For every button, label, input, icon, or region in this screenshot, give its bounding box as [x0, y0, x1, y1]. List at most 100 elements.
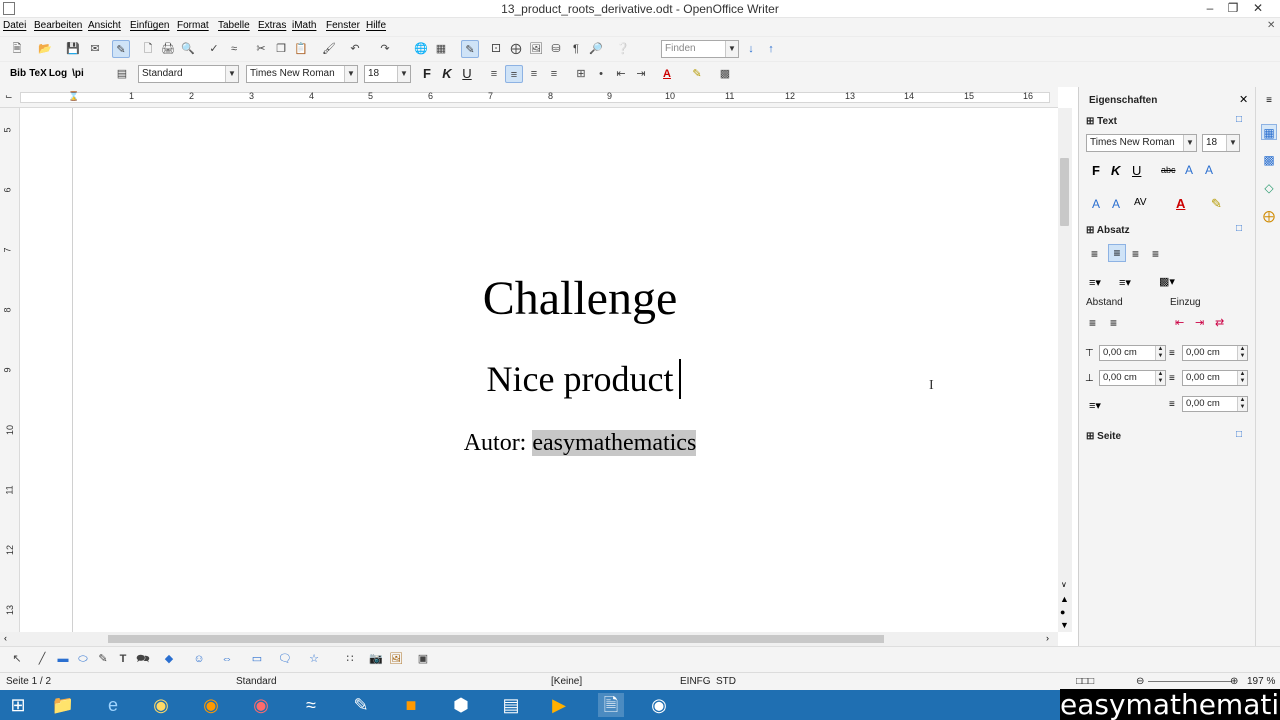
- text-section-header[interactable]: ⊞ Text: [1086, 116, 1117, 127]
- text-box-icon[interactable]: T: [114, 650, 132, 668]
- menu-bearbeiten[interactable]: Bearbeiten: [34, 20, 82, 31]
- spellcheck-icon[interactable]: ✓: [205, 40, 223, 58]
- gallery-icon[interactable]: 🖼: [527, 40, 545, 58]
- insert-image-icon[interactable]: 📷: [367, 650, 385, 668]
- properties-tab-icon[interactable]: ▦: [1261, 124, 1277, 140]
- menu-datei[interactable]: Datei: [3, 20, 26, 31]
- format-paintbrush-icon[interactable]: 🖌: [320, 40, 338, 58]
- spin-icon[interactable]: ▲ ▼: [1237, 346, 1247, 360]
- scroll-left-icon[interactable]: ‹: [4, 633, 7, 643]
- author-name-field[interactable]: easymathematics: [532, 430, 697, 456]
- bullets-icon[interactable]: •: [592, 65, 610, 83]
- open-icon[interactable]: 📂: [36, 40, 54, 58]
- sidebar-decrease-indent-icon[interactable]: ⇥: [1195, 316, 1204, 329]
- paragraph-style-select[interactable]: Standard ▼: [138, 65, 239, 83]
- nonprinting-chars-icon[interactable]: ¶: [567, 40, 585, 58]
- selection-mode[interactable]: STD: [716, 676, 736, 687]
- navigator-tab-icon[interactable]: ⨁: [1261, 208, 1277, 224]
- chevron-down-icon[interactable]: ▼: [344, 66, 357, 82]
- document-subtitle[interactable]: Nice product: [20, 358, 1140, 400]
- increase-indent-icon[interactable]: ⇥: [632, 65, 650, 83]
- menu-hilfe[interactable]: Hilfe: [366, 20, 386, 31]
- shrink-font-icon[interactable]: A: [1205, 163, 1213, 177]
- tex-button[interactable]: TeX: [29, 65, 47, 83]
- menu-format[interactable]: Format: [177, 20, 209, 31]
- navigator-icon[interactable]: ⨁: [507, 40, 525, 58]
- scrollbar-thumb[interactable]: [108, 635, 884, 643]
- app-icon-9[interactable]: ⬢: [448, 693, 474, 717]
- app-icon-10[interactable]: ▤: [498, 693, 524, 717]
- grow-font-icon[interactable]: A: [1185, 163, 1193, 177]
- spin-icon[interactable]: ▲ ▼: [1237, 371, 1247, 385]
- outline-icon[interactable]: A: [1112, 197, 1120, 211]
- zoom-icon[interactable]: 🔎: [587, 40, 605, 58]
- callouts-icon[interactable]: 🗪: [134, 650, 152, 668]
- flowchart-icon[interactable]: ▭: [248, 650, 266, 668]
- background-color-icon[interactable]: ▩: [716, 65, 734, 83]
- sidebar-font-color-icon[interactable]: A: [1176, 196, 1185, 211]
- find-input[interactable]: Finden ▼: [661, 40, 739, 58]
- sidebar-justify-icon[interactable]: ≡: [1152, 247, 1159, 261]
- justify-icon[interactable]: ≡: [545, 65, 563, 83]
- line-spacing-icon[interactable]: ≡▾: [1089, 399, 1101, 412]
- copy-icon[interactable]: ❐: [272, 40, 290, 58]
- shadow-icon[interactable]: A: [1092, 197, 1100, 211]
- app-icon-5[interactable]: ◉: [248, 693, 274, 717]
- chevron-down-icon[interactable]: ▼: [725, 41, 738, 57]
- print-icon[interactable]: 🖨: [159, 40, 177, 58]
- menu-fenster[interactable]: Fenster: [326, 20, 360, 31]
- numbering-icon[interactable]: ⊞: [572, 65, 590, 83]
- vertical-ruler[interactable]: 5 6 7 8 9 10 11 12 13: [0, 108, 20, 632]
- spin-icon[interactable]: ▲ ▼: [1155, 346, 1165, 360]
- print-preview-icon[interactable]: 🔍: [179, 40, 197, 58]
- data-sources-icon[interactable]: ⛁: [547, 40, 565, 58]
- vertical-scrollbar[interactable]: ∨ ▲ ● ▼: [1058, 108, 1072, 632]
- scroll-right-icon[interactable]: ›: [1046, 633, 1049, 643]
- spin-icon[interactable]: ▲ ▼: [1237, 397, 1247, 411]
- chrome-icon[interactable]: ◉: [148, 693, 174, 717]
- menu-extras[interactable]: Extras: [258, 20, 286, 31]
- paragraph-section-header[interactable]: ⊞ Absatz: [1086, 225, 1130, 236]
- find-next-icon[interactable]: ↓: [742, 40, 760, 58]
- previous-page-icon[interactable]: ▲: [1060, 594, 1069, 604]
- obs-icon[interactable]: ◉: [646, 693, 672, 717]
- sidebar-italic-button[interactable]: K: [1111, 163, 1120, 178]
- chevron-down-icon[interactable]: ▼: [397, 66, 410, 82]
- zoom-in-icon[interactable]: ⊕: [1230, 676, 1238, 687]
- log-button[interactable]: Log: [48, 65, 68, 83]
- draw-functions-icon[interactable]: ✎: [461, 40, 479, 58]
- block-arrows-icon[interactable]: ⇔: [218, 650, 236, 668]
- highlight-icon[interactable]: ✎: [688, 65, 706, 83]
- next-page-icon[interactable]: ▼: [1060, 620, 1069, 630]
- spin-icon[interactable]: ▲ ▼: [1155, 371, 1165, 385]
- sidebar-highlight-icon[interactable]: ✎: [1211, 196, 1222, 212]
- find-previous-icon[interactable]: ↑: [762, 40, 780, 58]
- pdf-export-icon[interactable]: 🗋: [139, 40, 157, 58]
- extrusion-icon[interactable]: ▣: [414, 650, 432, 668]
- menu-imath[interactable]: iMath: [292, 20, 316, 31]
- italic-button[interactable]: K: [438, 65, 456, 83]
- close-sidebar-icon[interactable]: ✕: [1239, 93, 1248, 106]
- sidebar-numbering-icon[interactable]: ≡▾: [1119, 276, 1131, 289]
- decrease-indent-icon[interactable]: ⇤: [612, 65, 630, 83]
- document-title[interactable]: Challenge: [20, 271, 1140, 326]
- document-author[interactable]: Autor: easymathematics: [20, 430, 1140, 457]
- firefox-icon[interactable]: ◉: [198, 693, 224, 717]
- more-options-icon[interactable]: □: [1236, 429, 1242, 440]
- view-layout-icon[interactable]: □□□: [1076, 676, 1094, 687]
- app-icon-6[interactable]: ≈: [298, 693, 324, 717]
- indent-marker-icon[interactable]: ⌛: [68, 91, 79, 102]
- align-center-icon[interactable]: ≡: [505, 65, 523, 83]
- openoffice-writer-taskbar-icon[interactable]: 🗎: [598, 693, 624, 717]
- gallery-tab-icon[interactable]: ◇: [1261, 180, 1277, 196]
- first-line-indent-input[interactable]: 0,00 cm ▲ ▼: [1182, 396, 1248, 412]
- chevron-down-icon[interactable]: ▼: [225, 66, 238, 82]
- page-indicator[interactable]: Seite 1 / 2: [6, 676, 51, 687]
- above-paragraph-spacing-input[interactable]: 0,00 cm ▲ ▼: [1099, 345, 1166, 361]
- insert-mode[interactable]: EINFG: [680, 676, 711, 687]
- app-icon-7[interactable]: ✎: [348, 693, 374, 717]
- language[interactable]: [Keine]: [551, 676, 582, 687]
- decrease-spacing-icon[interactable]: ≡: [1110, 316, 1117, 330]
- windows-start-icon[interactable]: ⊞: [5, 693, 31, 717]
- symbol-shapes-icon[interactable]: ☺: [190, 650, 208, 668]
